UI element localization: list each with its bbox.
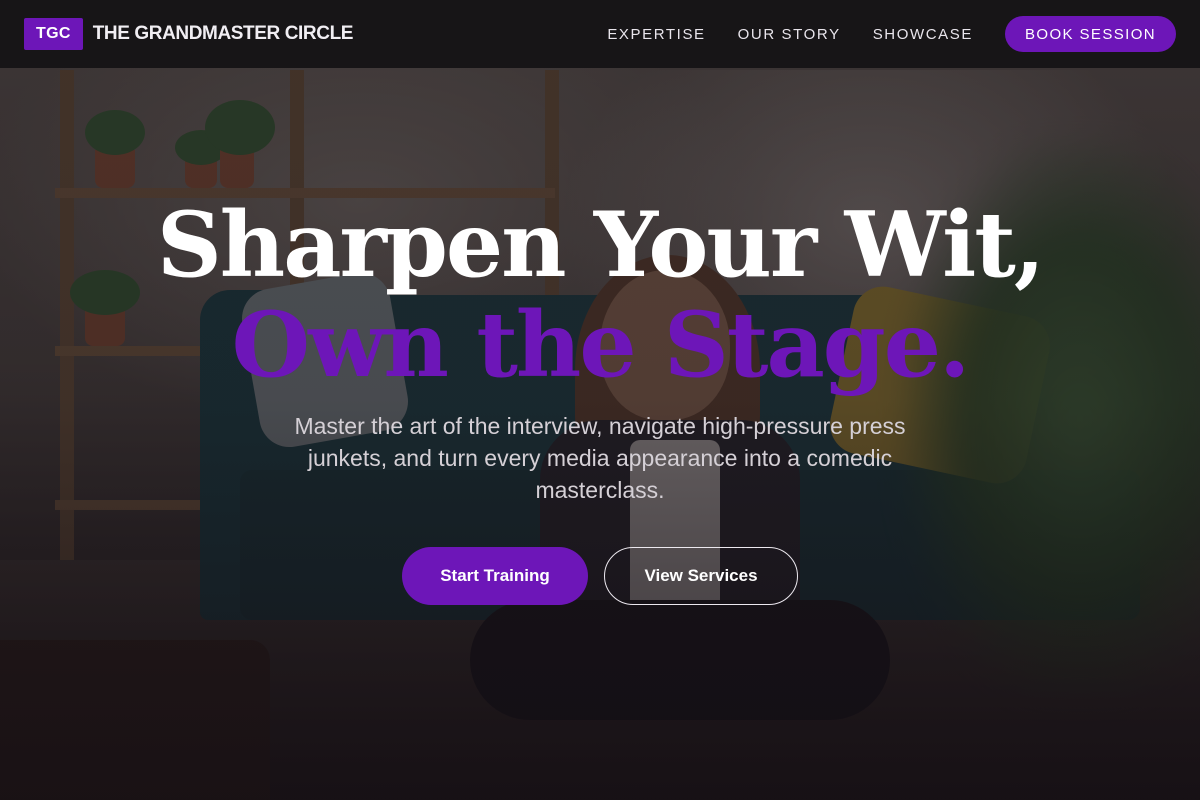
- hero-section: Sharpen Your Wit, Own the Stage. Master …: [0, 68, 1200, 800]
- nav-link-showcase[interactable]: SHOWCASE: [873, 26, 973, 43]
- logo-badge: TGC: [24, 18, 83, 50]
- nav-link-expertise[interactable]: EXPERTISE: [607, 26, 705, 43]
- hero-headline-accent: Own the Stage.: [231, 292, 971, 398]
- view-services-button[interactable]: View Services: [604, 547, 798, 605]
- brand-name: THE GRANDMASTER CIRCLE: [92, 23, 354, 44]
- start-training-button[interactable]: Start Training: [402, 547, 588, 605]
- hero-buttons: Start Training View Services: [0, 547, 1200, 605]
- top-navbar: TGC THE GRANDMASTER CIRCLE EXPERTISE OUR…: [0, 0, 1200, 68]
- hero-subtext: Master the art of the interview, navigat…: [294, 413, 906, 503]
- nav-links: EXPERTISE OUR STORY SHOWCASE BOOK SESSIO…: [575, 16, 1176, 52]
- nav-link-our-story[interactable]: OUR STORY: [738, 26, 841, 43]
- book-session-button[interactable]: BOOK SESSION: [1005, 16, 1176, 52]
- hero-headline: Sharpen Your Wit,: [156, 192, 1045, 298]
- brand[interactable]: TGC THE GRANDMASTER CIRCLE: [24, 18, 353, 50]
